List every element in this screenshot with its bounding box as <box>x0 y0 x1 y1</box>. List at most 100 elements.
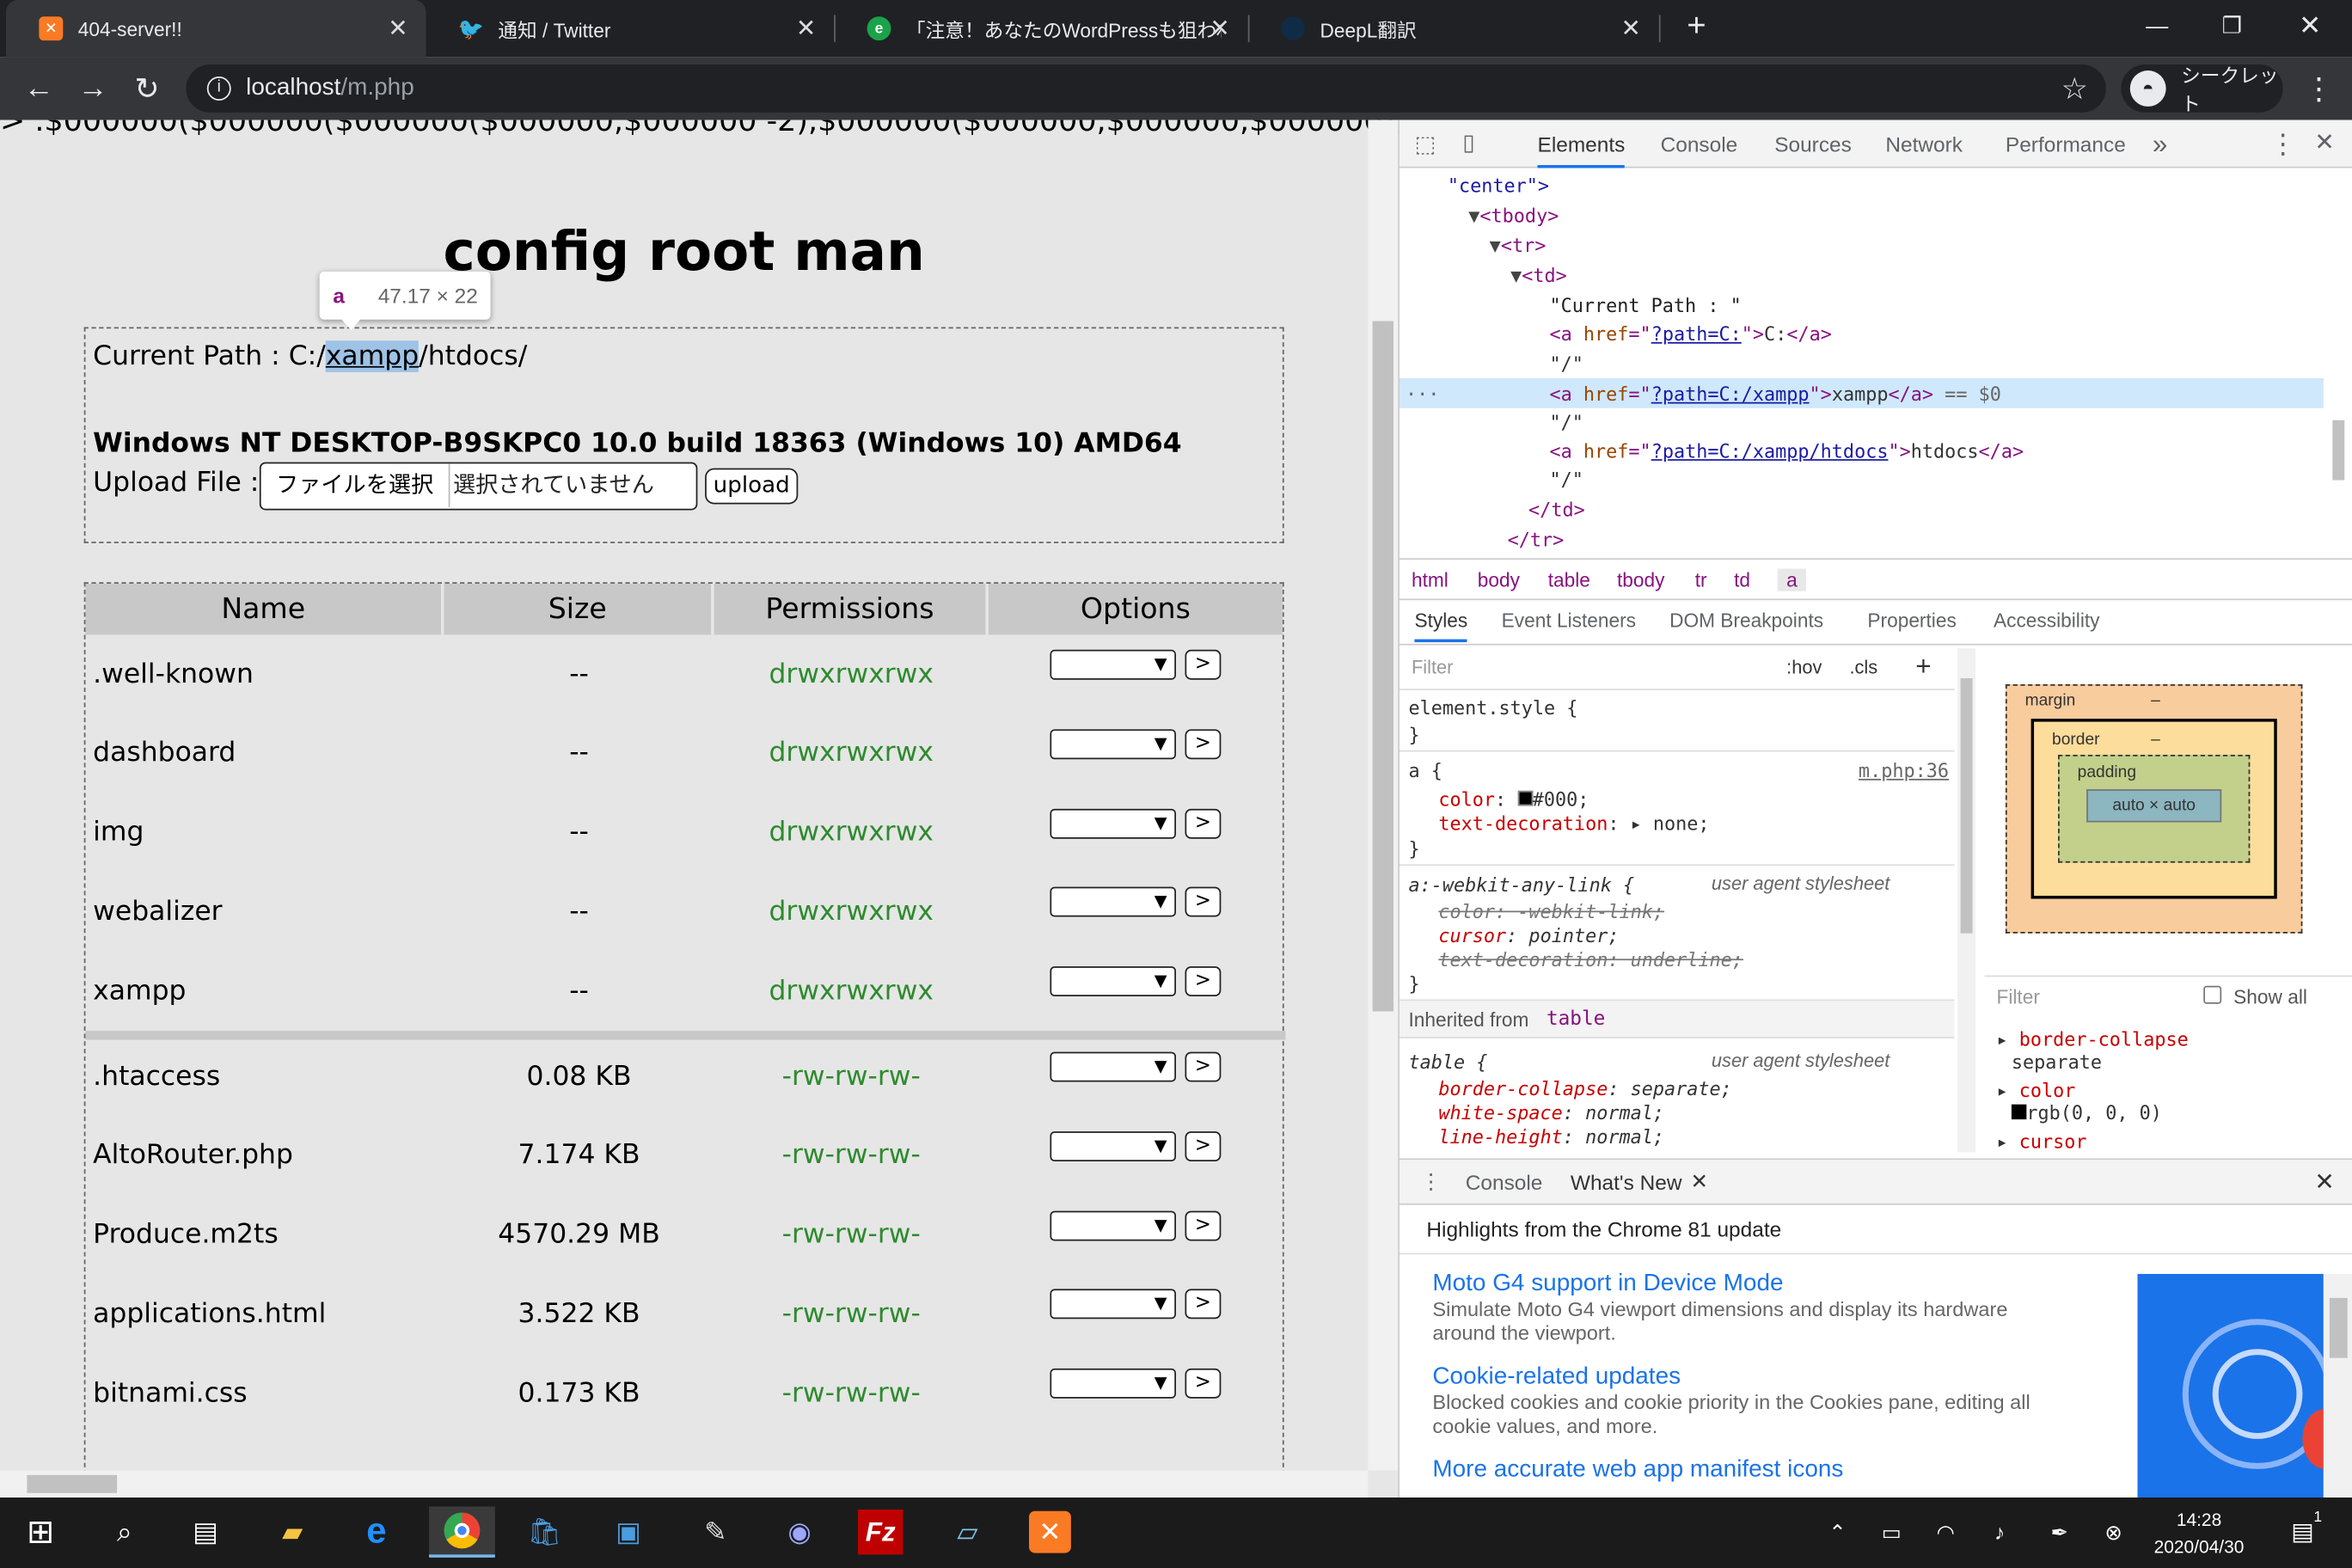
devtools-tab-sources[interactable]: Sources <box>1774 120 1852 168</box>
dom-line-a-c[interactable]: <a href="?path=C:">C:</a> <box>1549 322 1831 345</box>
dom-line-slash[interactable]: "/" <box>1549 352 1583 375</box>
notification-blocked-icon[interactable]: ⊗ <box>2088 1506 2139 1557</box>
tray-overflow-icon[interactable]: ⌃ <box>1812 1506 1863 1557</box>
close-tab-icon[interactable]: ✕ <box>388 14 407 44</box>
drawer-menu-icon[interactable]: ⋮ <box>1420 1169 1441 1195</box>
drawer-tab-console[interactable]: Console <box>1466 1170 1543 1194</box>
drawer-tab-whats-new[interactable]: What's New <box>1571 1170 1682 1194</box>
menu-icon[interactable]: ⋮ <box>2298 68 2340 110</box>
media-app-icon[interactable]: ◉ <box>774 1506 824 1557</box>
subtab-styles[interactable]: Styles <box>1414 609 1468 643</box>
close-drawer-icon[interactable]: ✕ <box>2314 1167 2334 1197</box>
go-button[interactable]: > <box>1185 1051 1222 1082</box>
go-button[interactable]: > <box>1185 966 1222 997</box>
hov-toggle[interactable]: :hov <box>1786 658 1822 678</box>
new-style-rule-icon[interactable]: + <box>1915 652 1931 683</box>
color-swatch[interactable] <box>2011 1104 2027 1120</box>
dom-ellipsis-icon[interactable]: ··· <box>1406 383 1439 405</box>
dom-line-tbody[interactable]: ▼<tbody> <box>1468 204 1559 226</box>
any-link-rule[interactable]: a:-webkit-any-link { <box>1408 873 1634 896</box>
file-permissions[interactable]: -rw-rw-rw- <box>714 1116 989 1194</box>
edge-icon[interactable]: e <box>351 1506 401 1557</box>
close-window-icon[interactable]: ✕ <box>2274 0 2346 51</box>
path-link-c[interactable]: C: <box>289 340 317 372</box>
dom-line-slash[interactable]: "/" <box>1549 469 1583 491</box>
file-name[interactable]: bitnami.css <box>93 1354 247 1432</box>
close-whats-new-icon[interactable]: ✕ <box>1691 1169 1708 1195</box>
inherited-tag-link[interactable]: table <box>1547 1008 1605 1031</box>
upload-button[interactable]: upload <box>705 468 799 505</box>
window-app-icon[interactable]: ▣ <box>603 1506 653 1557</box>
devtools-tab-performance[interactable]: Performance <box>2006 120 2126 168</box>
go-button[interactable]: > <box>1185 808 1222 839</box>
action-select[interactable]: ▼ <box>1050 1130 1177 1161</box>
choose-file-button[interactable]: ファイルを選択 <box>261 463 450 507</box>
task-view-icon[interactable]: ▤ <box>180 1506 230 1557</box>
box-margin[interactable]: margin – border – padding auto × auto <box>2005 683 2303 934</box>
file-name[interactable]: Produce.m2ts <box>93 1195 279 1273</box>
devtools-menu-icon[interactable]: ⋮ <box>2269 120 2296 168</box>
notepad-icon[interactable]: ▱ <box>942 1506 993 1557</box>
computed-filter-input[interactable]: Filter <box>1996 986 2039 1008</box>
search-icon[interactable]: ⌕ <box>99 1506 150 1557</box>
file-permissions[interactable]: drwxrwxrwx <box>714 873 989 951</box>
go-button[interactable]: > <box>1185 1369 1222 1400</box>
file-permissions[interactable]: drwxrwxrwx <box>714 714 989 793</box>
breadcrumb-table[interactable]: table <box>1548 569 1590 591</box>
tab-twitter[interactable]: 🐦 通知 / Twitter ✕ <box>426 0 835 57</box>
file-name[interactable]: AltoRouter.php <box>93 1116 293 1194</box>
file-permissions[interactable]: -rw-rw-rw- <box>714 1275 989 1353</box>
action-select[interactable]: ▼ <box>1050 1369 1177 1400</box>
action-select[interactable]: ▼ <box>1050 1051 1177 1082</box>
devtools-tab-elements[interactable]: Elements <box>1537 120 1626 168</box>
dom-line-a-xampp[interactable]: <a href="?path=C:/xampp">xampp</a> == $0 <box>1549 383 2000 405</box>
close-devtools-icon[interactable]: ✕ <box>2314 120 2334 168</box>
dom-line-td[interactable]: ▼<td> <box>1510 264 1567 286</box>
file-permissions[interactable]: drwxrwxrwx <box>714 634 989 713</box>
go-button[interactable]: > <box>1185 1130 1222 1161</box>
file-permissions[interactable]: -rw-rw-rw- <box>714 1037 989 1115</box>
file-permissions[interactable]: drwxrwxrwx <box>714 952 989 1030</box>
table-rule[interactable]: table { <box>1408 1050 1487 1073</box>
close-tab-icon[interactable]: ✕ <box>1621 14 1641 44</box>
wifi-icon[interactable]: ◠ <box>1920 1506 1970 1557</box>
dom-scrollbar[interactable] <box>2329 168 2348 555</box>
tab-deepl[interactable]: DeepL翻訳 ✕ <box>1248 0 1659 57</box>
dom-line-a-htdocs[interactable]: <a href="?path=C:/xampp/htdocs">htdocs</… <box>1549 439 2024 462</box>
subtab-accessibility[interactable]: Accessibility <box>1994 609 2100 632</box>
breadcrumb-a[interactable]: a <box>1777 568 1807 591</box>
a-rule-source-link[interactable]: m.php:36 <box>1859 759 1949 781</box>
forward-icon[interactable]: → <box>72 68 114 110</box>
file-name[interactable]: .htaccess <box>93 1037 220 1115</box>
file-explorer-icon[interactable]: ▰ <box>267 1506 318 1557</box>
battery-icon[interactable]: ▭ <box>1866 1506 1917 1557</box>
go-button[interactable]: > <box>1185 649 1222 680</box>
whats-new-link[interactable]: Moto G4 support in Device Mode <box>1432 1271 2032 1297</box>
devtools-tab-network[interactable]: Network <box>1885 120 1963 168</box>
breadcrumb-tr[interactable]: tr <box>1695 569 1707 591</box>
box-border[interactable]: border – padding auto × auto <box>2030 719 2277 899</box>
clock[interactable]: 14:28 2020/04/30 <box>2142 1506 2257 1560</box>
minimize-icon[interactable]: — <box>2121 0 2193 51</box>
action-select[interactable]: ▼ <box>1050 966 1177 997</box>
devtools-tab-console[interactable]: Console <box>1661 120 1738 168</box>
back-icon[interactable]: ← <box>18 68 60 110</box>
breadcrumb-html[interactable]: html <box>1412 569 1449 591</box>
page-vertical-scrollbar[interactable] <box>1368 119 1399 1471</box>
dom-line-close-tr[interactable]: </tr> <box>1508 528 1565 550</box>
box-padding[interactable]: padding auto × auto <box>2058 754 2251 863</box>
breadcrumb-td[interactable]: td <box>1734 569 1750 591</box>
go-button[interactable]: > <box>1185 887 1222 918</box>
close-tab-icon[interactable]: ✕ <box>1210 14 1229 44</box>
styles-scrollbar[interactable] <box>1957 648 1976 1153</box>
reload-icon[interactable]: ↻ <box>126 68 168 110</box>
whats-new-link[interactable]: More accurate web app manifest icons <box>1432 1457 2032 1484</box>
pen-icon[interactable]: ✒ <box>2034 1506 2085 1557</box>
xampp-taskbar-icon[interactable]: ✕ <box>1029 1510 1071 1553</box>
tab-wordpress-article[interactable]: e 「注意！あなたのWordPressも狙われ ✕ <box>834 0 1248 57</box>
computed-cursor[interactable]: ▸ cursor <box>1996 1130 2188 1152</box>
dom-line-slash[interactable]: "/" <box>1549 411 1583 433</box>
restore-icon[interactable]: ❐ <box>2196 0 2269 51</box>
subtab-dom-breakpoints[interactable]: DOM Breakpoints <box>1669 609 1823 632</box>
dom-line-tr[interactable]: ▼<tr> <box>1490 234 1547 256</box>
